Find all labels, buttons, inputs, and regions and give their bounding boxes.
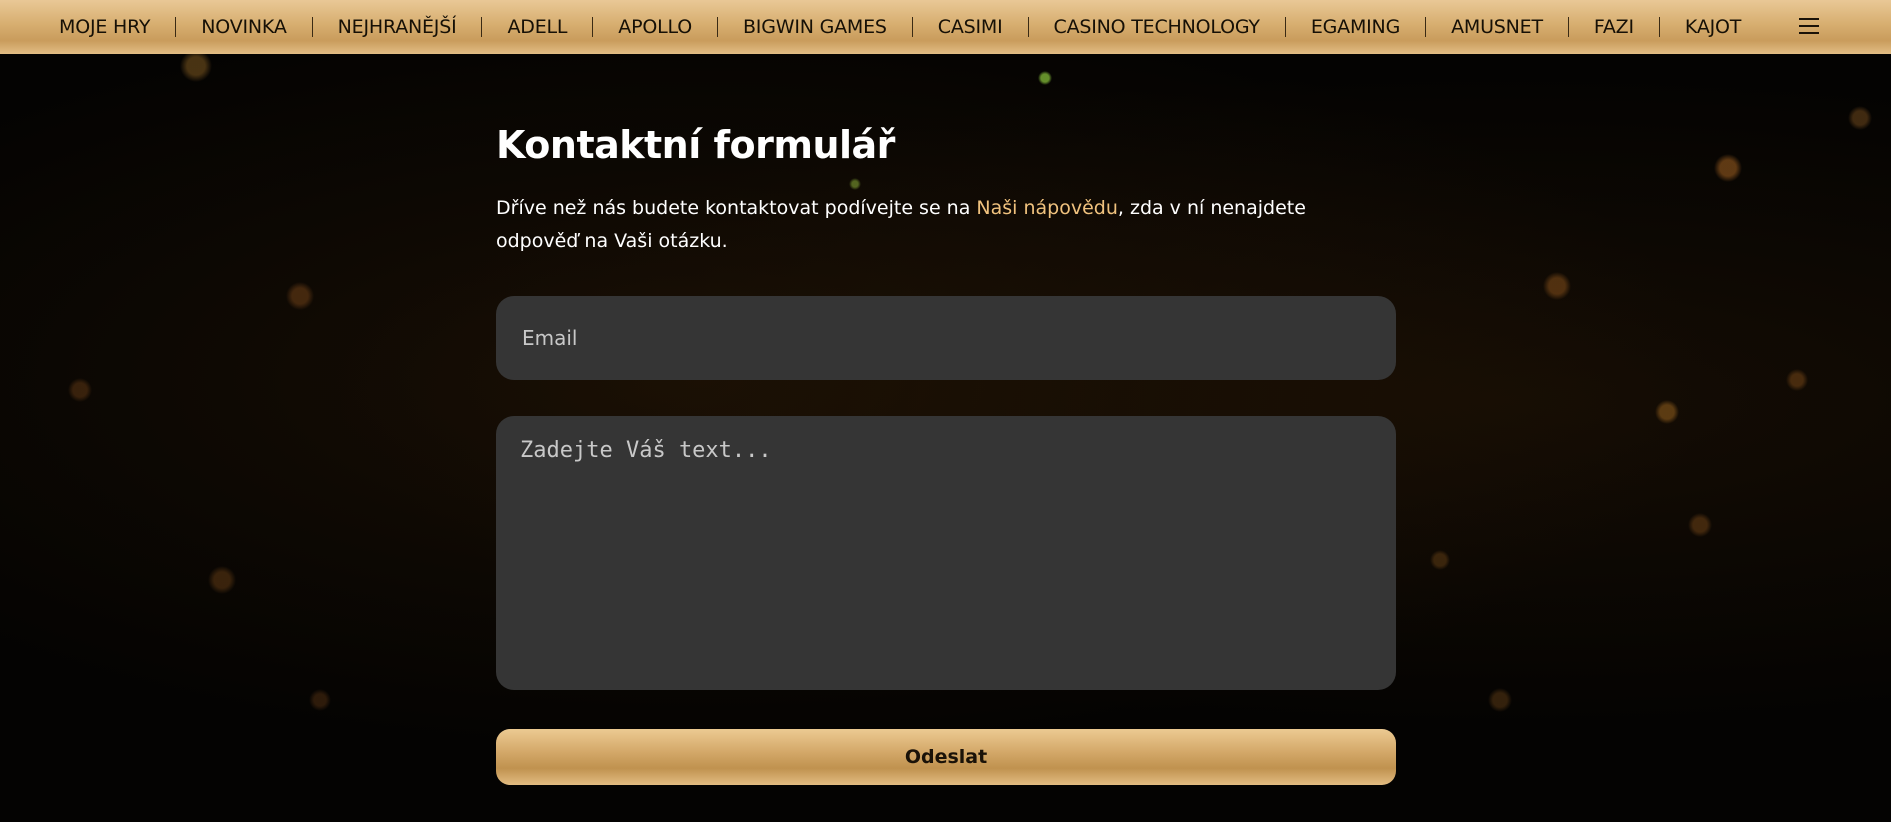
nav-item-casimi[interactable]: CASIMI (913, 17, 1029, 37)
nav-item-amusnet[interactable]: AMUSNET (1426, 17, 1569, 37)
nav-item-kajot[interactable]: KAJOT (1660, 17, 1766, 37)
contact-form-section: Kontaktní formulář Dříve než nás budete … (496, 120, 1396, 785)
email-input[interactable] (496, 296, 1396, 380)
hamburger-line (1799, 18, 1819, 20)
page-title: Kontaktní formulář (496, 123, 895, 167)
nav-item-adell[interactable]: ADELL (482, 17, 594, 37)
hamburger-line (1799, 25, 1819, 27)
nav-item-novinka[interactable]: NOVINKA (176, 17, 313, 37)
hamburger-line (1799, 32, 1819, 34)
intro-text: Dříve než nás budete kontaktovat podívej… (496, 192, 1336, 258)
nav-item-fazi[interactable]: FAZI (1569, 17, 1660, 37)
top-navigation: MOJE HRY NOVINKA NEJHRANĚJŠÍ ADELL APOLL… (0, 0, 1891, 54)
nav-item-moje-hry[interactable]: MOJE HRY (34, 17, 177, 37)
submit-button[interactable]: Odeslat (496, 729, 1396, 785)
hamburger-menu-icon[interactable] (1799, 18, 1819, 34)
message-textarea[interactable] (496, 416, 1396, 690)
nav-item-apollo[interactable]: APOLLO (593, 17, 718, 37)
nav-item-casino-technology[interactable]: CASINO TECHNOLOGY (1029, 17, 1286, 37)
intro-text-before: Dříve než nás budete kontaktovat podívej… (496, 197, 977, 219)
help-link[interactable]: Naši nápovědu (976, 197, 1117, 219)
page: MOJE HRY NOVINKA NEJHRANĚJŠÍ ADELL APOLL… (0, 0, 1891, 822)
nav-item-bigwin-games[interactable]: BIGWIN GAMES (718, 17, 913, 37)
nav-item-nejhranejsi[interactable]: NEJHRANĚJŠÍ (313, 17, 483, 37)
nav-item-egaming[interactable]: EGAMING (1286, 17, 1427, 37)
